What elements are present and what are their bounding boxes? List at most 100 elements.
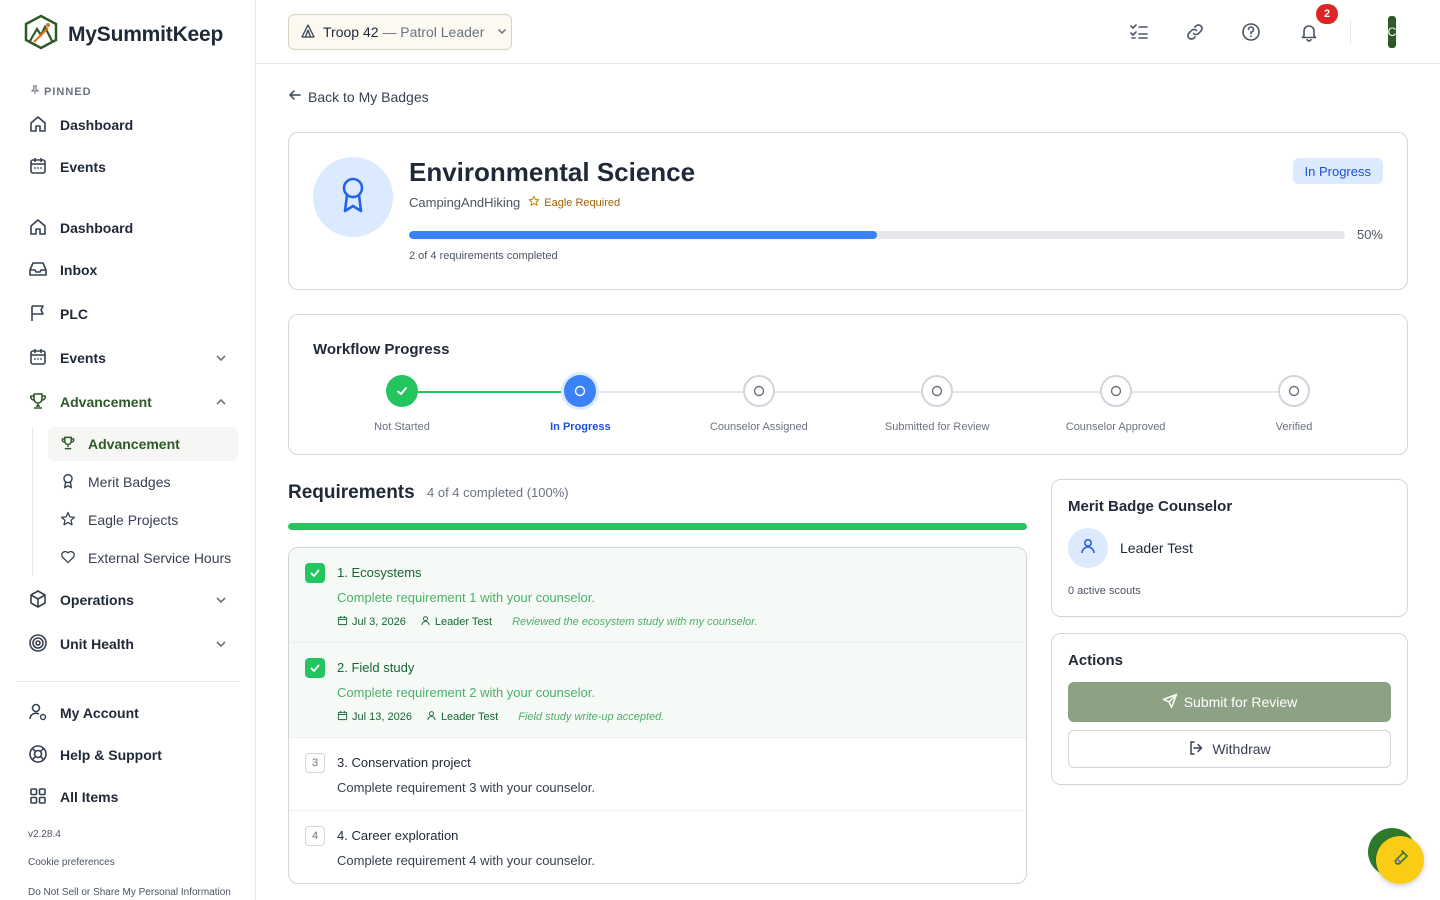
chevron-down-icon[interactable] xyxy=(214,351,228,368)
requirement-name: 2. Field study xyxy=(337,660,415,675)
sidebar-item-help-support[interactable]: Help & Support xyxy=(16,737,240,773)
requirement-description: Complete requirement 3 with your counsel… xyxy=(337,780,595,795)
requirement-checkbox-checked[interactable] xyxy=(305,658,325,678)
requirement-name: 1. Ecosystems xyxy=(337,565,422,580)
requirement-description: Complete requirement 1 with your counsel… xyxy=(337,590,595,605)
back-to-badges-link[interactable]: Back to My Badges xyxy=(288,88,429,105)
requirement-description: Complete requirement 4 with your counsel… xyxy=(337,853,595,868)
workflow-step-label: Submitted for Review xyxy=(884,421,990,433)
badge-meta: CampingAndHiking Eagle Required xyxy=(409,195,620,210)
requirement-checkbox-checked[interactable] xyxy=(305,563,325,583)
mountain-logo-icon xyxy=(24,14,58,55)
subnav-item-merit-badges[interactable]: Merit Badges xyxy=(48,465,238,499)
heart-icon xyxy=(60,549,76,568)
user-avatar[interactable]: C xyxy=(1388,16,1396,48)
arrow-left-icon xyxy=(288,88,302,105)
pinned-item-events[interactable]: Events xyxy=(16,149,240,185)
completed-by: Leader Test xyxy=(440,711,499,723)
completion-date: Jul 13, 2026 xyxy=(352,711,412,723)
requirement-completion-meta: Jul 13, 2026 Leader Test Field study write… xyxy=(337,710,664,724)
badge-progress-text: 2 of 4 requirements completed xyxy=(409,250,558,262)
requirement-name: 4. Career exploration xyxy=(337,828,459,843)
workflow-step-label: In Progress xyxy=(550,421,611,433)
submit-for-review-button[interactable]: Submit for Review xyxy=(1068,682,1391,722)
sidebar-item-inbox[interactable]: Inbox xyxy=(16,252,240,288)
top-header: Troop 42 — Patrol Leader 2 C xyxy=(256,0,1440,64)
troop-role: — Patrol Leader xyxy=(382,24,485,40)
sidebar-item-events[interactable]: Events xyxy=(16,340,240,376)
requirements-summary: 4 of 4 completed (100%) xyxy=(427,485,569,500)
requirement-name: 3. Conservation project xyxy=(337,755,471,770)
workflow-title: Workflow Progress xyxy=(313,341,450,358)
target-icon xyxy=(28,633,48,656)
eagle-required-tag: Eagle Required xyxy=(528,195,620,210)
sidebar-item-my-account[interactable]: My Account xyxy=(16,695,240,731)
badge-progress-percent: 50% xyxy=(1356,227,1383,242)
privacy-link[interactable]: Do Not Sell or Share My Personal Informa… xyxy=(28,887,231,898)
requirement-number[interactable]: 4 xyxy=(305,826,325,846)
workflow-step: Submitted for Review xyxy=(867,375,1007,433)
trophy-icon xyxy=(60,435,76,454)
checklist-icon[interactable] xyxy=(1127,20,1151,44)
bell-icon[interactable] xyxy=(1297,20,1321,44)
grid-icon xyxy=(28,786,48,809)
troop-role-select[interactable]: Troop 42 — Patrol Leader xyxy=(288,14,512,50)
star-icon xyxy=(528,195,540,210)
chevron-down-icon[interactable] xyxy=(214,593,228,610)
withdraw-button[interactable]: Withdraw xyxy=(1068,730,1391,768)
pinned-section-label: PINNED xyxy=(30,85,92,98)
flag-icon xyxy=(28,303,48,326)
troop-name: Troop 42 xyxy=(323,24,379,40)
sidebar-item-unit-health[interactable]: Unit Health xyxy=(16,626,240,662)
pin-icon xyxy=(30,85,40,98)
actions-card-title: Actions xyxy=(1068,652,1124,669)
user-cog-icon xyxy=(28,702,48,725)
tent-icon xyxy=(301,23,315,41)
sidebar-item-advancement[interactable]: Advancement xyxy=(16,384,240,420)
requirement-row[interactable]: 2. Field study Complete requirement 2 wit… xyxy=(289,643,1026,738)
sidebar: MySummitKeep PINNED Dashboard Events Das… xyxy=(0,0,256,900)
workflow-progress-card: Workflow Progress Not Started In Progress… xyxy=(288,314,1408,455)
cookie-preferences-link[interactable]: Cookie preferences xyxy=(28,857,115,868)
requirement-row[interactable]: 4 4. Career exploration Complete requireme… xyxy=(289,811,1026,883)
send-icon xyxy=(1162,693,1178,712)
requirement-completion-meta: Jul 3, 2026 Leader Test Reviewed the ecosy… xyxy=(337,615,758,629)
badge-icon xyxy=(313,157,393,237)
requirement-number[interactable]: 3 xyxy=(305,753,325,773)
requirement-row[interactable]: 3 3. Conservation project Complete require… xyxy=(289,738,1026,811)
counselor-card: Merit Badge Counselor Leader Test 0 acti… xyxy=(1051,479,1408,617)
circle-icon xyxy=(742,375,775,407)
sidebar-item-dashboard[interactable]: Dashboard xyxy=(16,210,240,246)
subnav-item-external-service-hours[interactable]: External Service Hours xyxy=(48,541,238,575)
actions-card: Actions Submit for Review Withdraw xyxy=(1051,633,1408,785)
notification-count-badge: 2 xyxy=(1316,4,1338,24)
sidebar-item-plc[interactable]: PLC xyxy=(16,296,240,332)
subnav-item-advancement[interactable]: Advancement xyxy=(48,427,238,461)
subnav-item-eagle-projects[interactable]: Eagle Projects xyxy=(48,503,238,537)
link-icon[interactable] xyxy=(1183,20,1207,44)
lifebuoy-icon xyxy=(28,744,48,767)
chevron-up-icon[interactable] xyxy=(214,395,228,412)
help-circle-icon[interactable] xyxy=(1239,20,1263,44)
chevron-down-icon xyxy=(496,24,508,40)
circle-icon xyxy=(1278,375,1310,407)
completion-date: Jul 3, 2026 xyxy=(352,616,406,628)
counselor-card-title: Merit Badge Counselor xyxy=(1068,498,1233,515)
inbox-icon xyxy=(28,259,48,282)
app-logo[interactable]: MySummitKeep xyxy=(24,14,223,55)
chevron-down-icon[interactable] xyxy=(214,637,228,654)
pinned-item-dashboard[interactable]: Dashboard xyxy=(16,107,240,143)
circle-icon xyxy=(1099,375,1132,407)
counselor-active-scouts: 0 active scouts xyxy=(1068,585,1141,597)
requirement-row[interactable]: 1. Ecosystems Complete requirement 1 with… xyxy=(289,548,1026,643)
home-icon xyxy=(28,217,48,240)
log-out-icon xyxy=(1188,740,1204,759)
sidebar-item-all-items[interactable]: All Items xyxy=(16,779,240,815)
award-icon xyxy=(60,473,76,492)
badge-summary-card: Environmental Science CampingAndHiking E… xyxy=(288,132,1408,290)
workflow-step: Verified xyxy=(1224,375,1364,433)
sidebar-item-operations[interactable]: Operations xyxy=(16,582,240,618)
floating-action-button[interactable] xyxy=(1376,836,1424,884)
requirements-list: 1. Ecosystems Complete requirement 1 with… xyxy=(288,547,1027,884)
app-name: MySummitKeep xyxy=(68,22,224,46)
